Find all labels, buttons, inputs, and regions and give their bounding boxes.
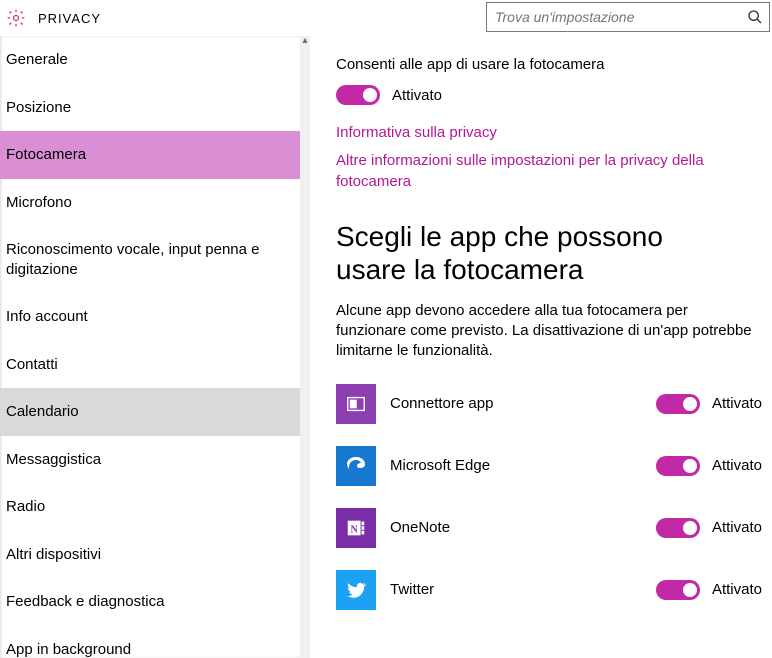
app-toggle-state: Attivato (712, 457, 762, 474)
app-toggle-wrap: Attivato (656, 580, 762, 600)
app-row-app-connector: Connettore app Attivato (336, 384, 762, 424)
sidebar-item-generale[interactable]: Generale (0, 36, 300, 84)
app-connector-icon (336, 384, 376, 424)
allow-camera-label: Consenti alle app di usare la fotocamera (336, 56, 762, 73)
sidebar-item-label: Messaggistica (6, 451, 101, 468)
svg-text:N: N (351, 524, 359, 535)
app-name-label: Microsoft Edge (390, 457, 642, 474)
sidebar-item-feedback-e-diagnostica[interactable]: Feedback e diagnostica (0, 578, 300, 626)
app-name-label: OneNote (390, 519, 642, 536)
app-toggle-wrap: Attivato (656, 518, 762, 538)
sidebar-item-label: Contatti (6, 356, 58, 373)
allow-camera-state: Attivato (392, 87, 442, 104)
allow-camera-toggle-row: Attivato (336, 85, 762, 105)
gear-icon (6, 8, 26, 28)
sidebar-item-label: Altri dispositivi (6, 546, 101, 563)
sidebar-item-label: Calendario (6, 403, 79, 420)
app-toggle-state: Attivato (712, 395, 762, 412)
app-toggle-state: Attivato (712, 581, 762, 598)
scroll-up-icon[interactable]: ▴ (300, 36, 310, 46)
sidebar-item-altri-dispositivi[interactable]: Altri dispositivi (0, 531, 300, 579)
sidebar-item-contatti[interactable]: Contatti (0, 341, 300, 389)
sidebar-item-label: Radio (6, 498, 45, 515)
page-title: PRIVACY (38, 11, 101, 26)
app-row-twitter: Twitter Attivato (336, 570, 762, 610)
twitter-icon (336, 570, 376, 610)
sidebar-item-label: Feedback e diagnostica (6, 593, 164, 610)
sidebar-item-riconoscimento-vocale-input-penna-e-digitazione[interactable]: Riconoscimento vocale, input penna e dig… (0, 226, 300, 293)
sidebar-item-fotocamera[interactable]: Fotocamera (0, 131, 300, 179)
sidebar-item-microfono[interactable]: Microfono (0, 179, 300, 227)
sidebar-item-label: Microfono (6, 194, 72, 211)
sidebar-item-label: Fotocamera (6, 146, 86, 163)
sidebar-item-app-in-background[interactable]: App in background (0, 626, 300, 658)
app-toggle-app-connector[interactable] (656, 394, 700, 414)
choose-apps-description: Alcune app devono accedere alla tua foto… (336, 301, 756, 362)
app-row-edge: Microsoft Edge Attivato (336, 446, 762, 486)
search-icon[interactable] (741, 3, 769, 31)
sidebar-item-label: Posizione (6, 99, 71, 116)
app-toggle-edge[interactable] (656, 456, 700, 476)
app-name-label: Twitter (390, 581, 642, 598)
sidebar-item-label: Riconoscimento vocale, input penna e dig… (6, 241, 260, 278)
sidebar-item-label: Generale (6, 51, 68, 68)
sidebar-item-label: Info account (6, 308, 88, 325)
privacy-policy-link[interactable]: Informativa sulla privacy (336, 123, 736, 143)
header-bar: PRIVACY (0, 0, 772, 36)
content-area: Consenti alle app di usare la fotocamera… (310, 36, 772, 658)
sidebar-item-radio[interactable]: Radio (0, 483, 300, 531)
app-name-label: Connettore app (390, 395, 642, 412)
app-toggle-twitter[interactable] (656, 580, 700, 600)
onenote-icon: N (336, 508, 376, 548)
allow-camera-toggle[interactable] (336, 85, 380, 105)
sidebar-item-posizione[interactable]: Posizione (0, 84, 300, 132)
app-toggle-wrap: Attivato (656, 456, 762, 476)
search-box[interactable] (486, 2, 770, 32)
sidebar-item-label: App in background (6, 641, 131, 658)
sidebar-scrollbar[interactable]: ▴ (300, 36, 310, 658)
sidebar-item-calendario[interactable]: Calendario (0, 388, 300, 436)
app-toggle-state: Attivato (712, 519, 762, 536)
sidebar-item-info-account[interactable]: Info account (0, 293, 300, 341)
search-input[interactable] (487, 5, 741, 29)
app-toggle-wrap: Attivato (656, 394, 762, 414)
choose-apps-heading: Scegli le app che possono usare la fotoc… (336, 220, 736, 287)
app-row-onenote: N OneNote Attivato (336, 508, 762, 548)
app-toggle-onenote[interactable] (656, 518, 700, 538)
header-left: PRIVACY (0, 8, 101, 28)
sidebar-item-messaggistica[interactable]: Messaggistica (0, 436, 300, 484)
sidebar: Generale Posizione Fotocamera Microfono Rico… (0, 36, 310, 658)
edge-icon (336, 446, 376, 486)
camera-privacy-more-link[interactable]: Altre informazioni sulle impostazioni pe… (336, 151, 736, 192)
